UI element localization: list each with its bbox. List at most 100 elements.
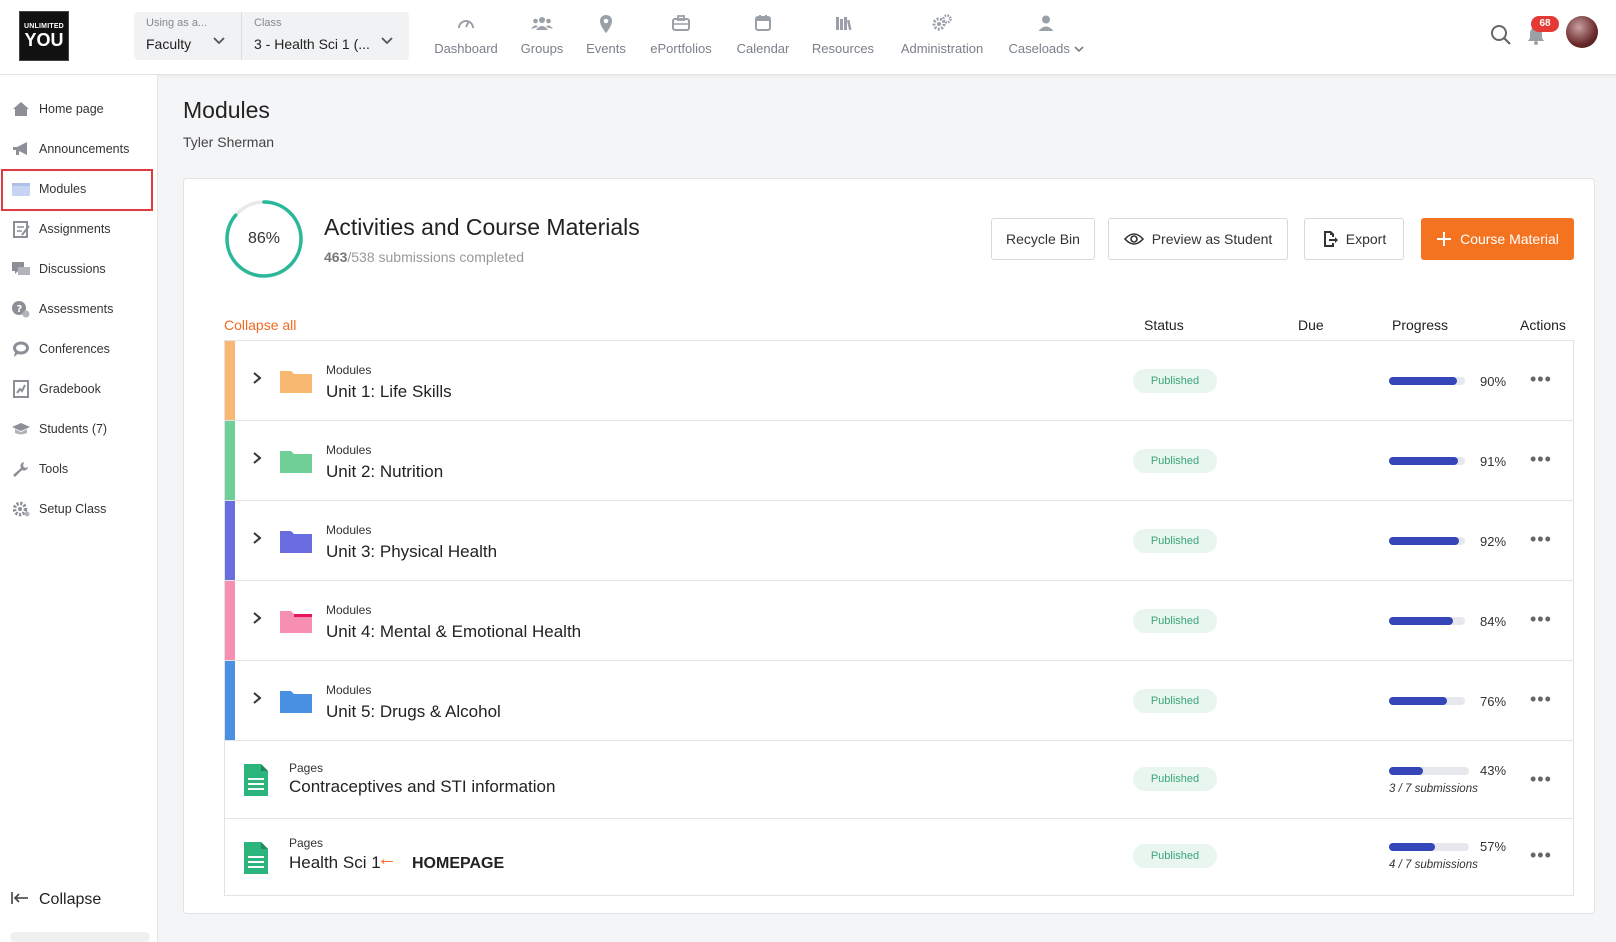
more-actions-icon[interactable]: ••• (1530, 529, 1552, 550)
add-course-material-button[interactable]: Course Material (1421, 218, 1574, 260)
sidebar-item-gradebook[interactable]: Gradebook (0, 371, 158, 407)
chevron-right-icon[interactable] (251, 451, 263, 470)
status-badge: Published (1133, 449, 1217, 473)
more-actions-icon[interactable]: ••• (1530, 845, 1552, 866)
row-name[interactable]: Health Sci 1 (289, 853, 381, 873)
row-name[interactable]: Unit 4: Mental & Emotional Health (326, 622, 581, 642)
megaphone-icon (10, 140, 32, 158)
nav-calendar[interactable]: Calendar (734, 14, 792, 62)
preview-as-student-button[interactable]: Preview as Student (1108, 218, 1288, 260)
recycle-bin-button[interactable]: Recycle Bin (991, 218, 1095, 260)
home-icon (10, 100, 32, 118)
sidebar-scrollbar[interactable] (10, 932, 150, 942)
arrow-left-icon: ← (377, 848, 397, 870)
sidebar-item-announcements[interactable]: Announcements (0, 131, 158, 167)
table-row[interactable]: Modules Unit 5: Drugs & Alcohol Publishe… (225, 661, 1573, 741)
column-header-progress[interactable]: Progress (1392, 317, 1448, 333)
row-name[interactable]: Unit 5: Drugs & Alcohol (326, 702, 501, 722)
progress-percent: 57% (1480, 839, 1507, 854)
context-selector: Using as a... Faculty Class 3 - Health S… (134, 12, 409, 60)
table-row[interactable]: Modules Unit 2: Nutrition Published 91% … (225, 421, 1573, 501)
table-row[interactable]: Modules Unit 4: Mental & Emotional Healt… (225, 581, 1573, 661)
avatar[interactable] (1566, 16, 1598, 48)
progress-bar (1389, 457, 1465, 465)
nav-groups[interactable]: Groups (518, 14, 566, 62)
collapse-label: Collapse (39, 891, 102, 908)
discussion-icon (10, 260, 32, 278)
nav-eportfolios[interactable]: ePortfolios (646, 14, 716, 62)
sidebar-item-students[interactable]: Students (7) (0, 411, 158, 447)
column-header-due[interactable]: Due (1298, 317, 1324, 333)
table-row[interactable]: Modules Unit 1: Life Skills Published 90… (225, 341, 1573, 421)
chevron-right-icon[interactable] (251, 691, 263, 710)
more-actions-icon[interactable]: ••• (1530, 609, 1552, 630)
column-header-actions: Actions (1520, 317, 1566, 333)
table-row[interactable]: Pages Contraceptives and STI information… (225, 741, 1573, 819)
sidebar-item-setup-class[interactable]: Setup Class (0, 491, 158, 527)
sidebar-item-tools[interactable]: Tools (0, 451, 158, 487)
nav-administration[interactable]: Administration (894, 14, 990, 62)
nav-groups-label: Groups (520, 41, 564, 56)
progress-percent: 84% (1480, 614, 1507, 629)
modules-card: 86% Activities and Course Materials 463/… (183, 178, 1595, 914)
page-document-icon (244, 764, 268, 796)
role-select[interactable]: Using as a... Faculty (134, 12, 237, 60)
progress-fill (1389, 457, 1459, 465)
page-subtitle: Tyler Sherman (183, 134, 275, 150)
nav-dashboard[interactable]: Dashboard (433, 14, 499, 62)
collapse-all-link[interactable]: Collapse all (224, 317, 296, 333)
nav-caseloads-label: Caseloads (1006, 41, 1086, 56)
status-badge: Published (1133, 767, 1217, 791)
nav-events[interactable]: Events (584, 14, 628, 62)
more-actions-icon[interactable]: ••• (1530, 769, 1552, 790)
row-name[interactable]: Contraceptives and STI information (289, 777, 555, 797)
status-badge: Published (1133, 609, 1217, 633)
role-select-caption: Using as a... (146, 17, 208, 29)
sidebar-item-assignments[interactable]: Assignments (0, 211, 158, 247)
nav-eportfolios-label: ePortfolios (650, 41, 712, 56)
submissions-total: /538 submissions completed (347, 249, 525, 265)
more-actions-icon[interactable]: ••• (1530, 369, 1552, 390)
more-actions-icon[interactable]: ••• (1530, 449, 1552, 470)
brand-logo[interactable]: UNLIMITED YOU (19, 11, 69, 61)
export-icon (1322, 230, 1338, 248)
row-category: Pages (289, 761, 324, 775)
modules-highlight-box (1, 169, 153, 211)
row-color-stripe (225, 421, 235, 500)
sidebar-item-assessments[interactable]: ? Assessments (0, 291, 158, 327)
calendar-icon (750, 14, 776, 36)
row-name[interactable]: Unit 3: Physical Health (326, 542, 497, 562)
progress-fill (1389, 697, 1447, 705)
books-icon (830, 14, 856, 36)
nav-resources[interactable]: Resources (810, 14, 876, 62)
search-icon[interactable] (1490, 24, 1512, 46)
class-select[interactable]: Class 3 - Health Sci 1 (... (241, 12, 409, 60)
sidebar-item-home[interactable]: Home page (0, 91, 158, 127)
wrench-icon (10, 460, 32, 478)
sidebar-item-discussions[interactable]: Discussions (0, 251, 158, 287)
chevron-right-icon[interactable] (251, 531, 263, 550)
homepage-note: HOMEPAGE (412, 855, 505, 872)
sidebar-item-conferences[interactable]: Conferences (0, 331, 158, 367)
nav-caseloads[interactable]: Caseloads (1006, 14, 1086, 62)
progress-bar (1389, 617, 1465, 625)
collapse-left-icon (10, 890, 32, 911)
folder-icon (280, 451, 312, 473)
group-icon (529, 14, 555, 36)
chevron-right-icon[interactable] (251, 611, 263, 630)
progress-bar (1389, 537, 1465, 545)
collapse-sidebar-button[interactable]: Collapse (0, 885, 158, 915)
table-row[interactable]: Pages Health Sci 1 ← HOMEPAGE Published … (225, 819, 1573, 895)
row-name[interactable]: Unit 2: Nutrition (326, 462, 443, 482)
sidebar-item-label: Assessments (39, 302, 114, 316)
row-color-stripe (225, 501, 235, 580)
export-button[interactable]: Export (1304, 218, 1404, 260)
more-actions-icon[interactable]: ••• (1530, 689, 1552, 710)
chevron-right-icon[interactable] (251, 371, 263, 390)
row-name[interactable]: Unit 1: Life Skills (326, 382, 452, 402)
preview-label: Preview as Student (1151, 231, 1273, 247)
progress-percent: 92% (1480, 534, 1507, 549)
row-category: Pages (289, 836, 324, 850)
table-row[interactable]: Modules Unit 3: Physical Health Publishe… (225, 501, 1573, 581)
column-header-status[interactable]: Status (1144, 317, 1184, 333)
